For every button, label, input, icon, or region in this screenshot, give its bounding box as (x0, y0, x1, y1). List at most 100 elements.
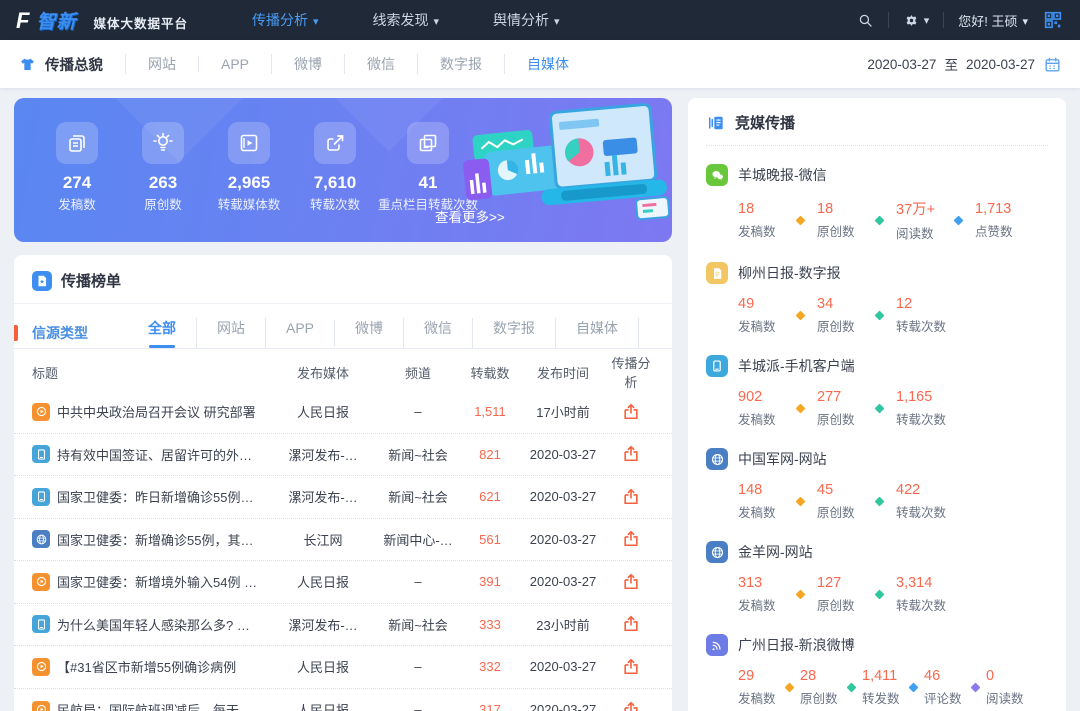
nav-item-spread-analysis[interactable]: 传播分析 (252, 10, 319, 30)
stat-block: 45原创数 (817, 482, 871, 521)
divider (943, 12, 944, 28)
article-link[interactable]: 中共中央政治局召开会议 研究部署 (32, 402, 272, 421)
spread-analysis-button[interactable] (621, 700, 641, 711)
source-type-filter[interactable]: 信源类型 (32, 323, 88, 343)
ranking-tab-digital-paper[interactable]: 数字报 (473, 318, 556, 348)
topbar-tools: 您好! 王硕 (857, 9, 1064, 31)
idea-bulb-icon (142, 122, 184, 164)
stat-value: 29 (738, 668, 784, 684)
spread-analysis-button[interactable] (621, 614, 641, 634)
competitor-link[interactable]: 中国军网-网站 (706, 448, 1048, 470)
nav-item-sentiment-analysis[interactable]: 舆情分析 (493, 10, 560, 30)
repost-count: 333 (462, 617, 518, 632)
tab-app[interactable]: APP (198, 56, 271, 72)
stat-value: 127 (817, 575, 871, 591)
mobile-app-icon (32, 445, 50, 463)
spread-analysis-button[interactable] (621, 402, 641, 422)
tab-wechat[interactable]: 微信 (344, 54, 417, 74)
repost-count: 391 (462, 574, 518, 589)
repost-count: 821 (462, 447, 518, 462)
stat-value: 1,165 (896, 389, 950, 405)
publish-time: 2020-03-27 (518, 702, 608, 711)
date-to-label: 至 (944, 54, 958, 74)
diamond-separator (875, 497, 885, 507)
stat-block: 12转载次数 (896, 296, 950, 335)
publish-time: 2020-03-27 (518, 447, 608, 462)
stat-block: 37万+阅读数 (896, 198, 950, 242)
table-row: 为什么美国年轻人感染那么多? … 漯河发布-… 新闻~社会 333 23小时前 (14, 604, 672, 647)
stat-label: 发稿数 (738, 688, 784, 707)
date-range-picker[interactable]: 2020-03-27 至 2020-03-27 (867, 54, 1062, 74)
stat-block: 46评论数 (924, 668, 970, 707)
diamond-separator (971, 683, 981, 693)
banner-stats: 274 发稿数 263 原创数 2,965 转载媒体数 7,610 转载次数 (34, 122, 478, 214)
media-name: 人民日报 (272, 402, 374, 421)
competitor-name: 羊城派-手机客户端 (738, 356, 855, 376)
article-link[interactable]: 民航局：国际航班调减后，每天… (32, 700, 272, 711)
search-icon[interactable] (857, 12, 874, 29)
diamond-separator (875, 404, 885, 414)
col-channel: 频道 (374, 363, 462, 382)
competitor-link[interactable]: 羊城晚报-微信 (706, 164, 1048, 186)
diamond-separator (785, 683, 795, 693)
tab-digital-paper[interactable]: 数字报 (417, 54, 504, 74)
app-logo[interactable]: F 智新 媒体大数据平台 (16, 7, 188, 34)
stat-value: 3,314 (896, 575, 950, 591)
tab-website[interactable]: 网站 (125, 54, 198, 74)
competitor-name: 中国军网-网站 (738, 449, 827, 469)
publish-time: 2020-03-27 (518, 574, 608, 589)
see-more-link[interactable]: 查看更多>> (435, 206, 505, 226)
user-greeting[interactable]: 您好! 王硕 (958, 11, 1028, 30)
col-analysis: 传播分析 (608, 353, 654, 391)
ranking-tab-weibo[interactable]: 微博 (335, 318, 404, 348)
spread-analysis-button[interactable] (621, 529, 641, 549)
spread-analysis-button[interactable] (621, 487, 641, 507)
spread-analysis-button[interactable] (621, 657, 641, 677)
competitor-link[interactable]: 广州日报-新浪微博 (706, 634, 1048, 656)
diamond-separator (796, 497, 806, 507)
play-circle-icon (32, 658, 50, 676)
stat-label: 阅读数 (986, 688, 1032, 707)
qr-code-icon[interactable] (1042, 9, 1064, 31)
spread-analysis-button[interactable] (621, 572, 641, 592)
ranking-tab-all[interactable]: 全部 (128, 318, 197, 348)
nav-item-clue-discovery[interactable]: 线索发现 (373, 10, 440, 30)
article-link[interactable]: 【#31省区市新增55例确诊病例 (32, 657, 272, 676)
stat-block: 127原创数 (817, 575, 871, 614)
stat-value: 45 (817, 482, 871, 498)
article-link[interactable]: 持有效中国签证、居留许可的外… (32, 445, 272, 464)
top-bar: F 智新 媒体大数据平台 传播分析 线索发现 舆情分析 您好! 王硕 (0, 0, 1080, 40)
tab-overview[interactable]: 传播总貌 (18, 54, 125, 75)
channel-name: 新闻~社会 (374, 615, 462, 634)
stat-block: 313发稿数 (738, 575, 792, 614)
competitor-link[interactable]: 柳州日报-数字报 (706, 262, 1048, 284)
tab-weibo[interactable]: 微博 (271, 54, 344, 74)
spread-analysis-button[interactable] (621, 444, 641, 464)
tab-label: 传播总貌 (45, 54, 103, 75)
competitor-link[interactable]: 羊城派-手机客户端 (706, 355, 1048, 377)
publish-time: 23小时前 (518, 615, 608, 634)
stat-label: 点赞数 (975, 221, 1029, 240)
calendar-icon[interactable] (1043, 55, 1062, 74)
publish-time: 2020-03-27 (518, 489, 608, 504)
weibo-rss-icon (706, 634, 728, 656)
nav-label: 线索发现 (373, 10, 429, 30)
chevron-down-icon (1022, 13, 1028, 28)
article-title: 持有效中国签证、居留许可的外… (57, 445, 252, 464)
ranking-tab-website[interactable]: 网站 (197, 318, 266, 348)
article-link[interactable]: 为什么美国年轻人感染那么多? … (32, 615, 272, 634)
competitor-link[interactable]: 金羊网-网站 (706, 541, 1048, 563)
settings-gear-icon[interactable] (903, 11, 930, 29)
tab-self-media[interactable]: 自媒体 (504, 54, 591, 74)
article-link[interactable]: 国家卫健委：新增确诊55例，其… (32, 530, 272, 549)
article-link[interactable]: 国家卫健委：昨日新增确诊55例… (32, 487, 272, 506)
media-name: 漯河发布-… (272, 615, 374, 634)
article-link[interactable]: 国家卫健委：新增境外输入54例 … (32, 572, 272, 591)
stat-posts: 274 发稿数 (34, 122, 120, 214)
stat-block: 1,411转发数 (862, 668, 908, 707)
stat-value: 41 (419, 173, 438, 193)
ranking-tab-self-media[interactable]: 自媒体 (556, 318, 639, 348)
ranking-tab-wechat[interactable]: 微信 (404, 318, 473, 348)
competitor-panel-header: 竞媒传播 (706, 112, 1048, 146)
ranking-tab-app[interactable]: APP (266, 320, 335, 346)
